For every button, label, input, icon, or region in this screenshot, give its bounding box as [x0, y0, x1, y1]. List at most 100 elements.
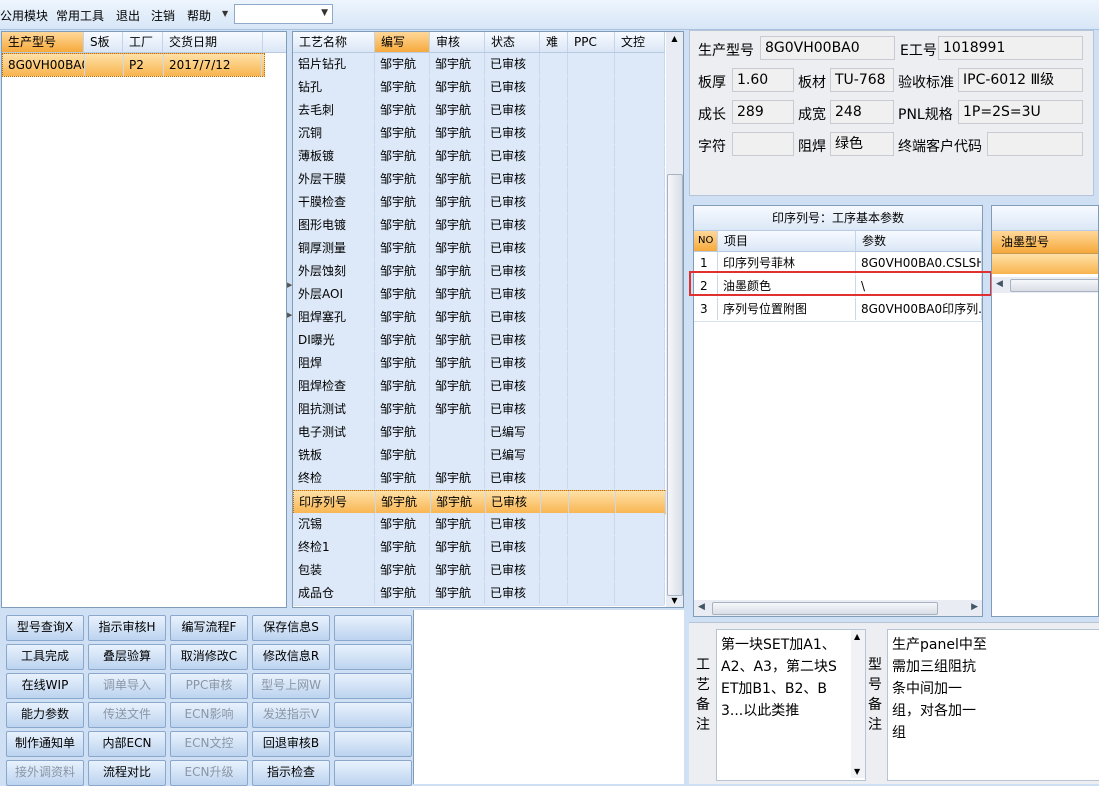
table-row[interactable]: DI曝光 邹宇航 邹宇航 已审核 [293, 329, 665, 353]
width-field[interactable]: 248 [830, 100, 894, 124]
menu-exit[interactable]: 退出 [116, 7, 140, 24]
length-field[interactable]: 289 [732, 100, 794, 124]
table-row[interactable]: 终检1 邹宇航 邹宇航 已审核 [293, 536, 665, 560]
action-button[interactable]: 指示审核H [88, 615, 166, 641]
table-row[interactable]: 阻焊 邹宇航 邹宇航 已审核 [293, 352, 665, 376]
col-writer-header[interactable]: 编写 [375, 32, 430, 52]
col-no-header[interactable]: NO [694, 231, 718, 251]
action-button[interactable]: 能力参数 [6, 702, 84, 728]
col-model-header[interactable]: 生产型号 [2, 32, 84, 52]
action-button[interactable]: 型号上网W [252, 673, 330, 699]
table-row[interactable]: 沉铜 邹宇航 邹宇航 已审核 [293, 122, 665, 146]
col-item-header[interactable]: 项目 [718, 231, 856, 251]
scroll-down-icon[interactable]: ▼ [667, 596, 682, 605]
model-remark-box[interactable]: 生产panel中至需加三组阻抗条中间加一组，对各加一组 [887, 629, 1099, 781]
action-button[interactable]: 内部ECN [88, 731, 166, 757]
menu-logout[interactable]: 注销 [151, 7, 175, 24]
col-doc-control-header[interactable]: 文控 [615, 32, 665, 52]
table-row[interactable]: 成品仓 邹宇航 邹宇航 已审核 [293, 582, 665, 606]
blank-button[interactable] [334, 760, 412, 786]
table-row[interactable]: 包装 邹宇航 邹宇航 已审核 [293, 559, 665, 583]
table-row[interactable]: 铣板 邹宇航 已编写 [293, 444, 665, 468]
scrollbar-thumb[interactable] [667, 174, 683, 596]
scroll-left-icon[interactable]: ◀ [698, 602, 705, 612]
action-button[interactable]: 指示检查 [252, 760, 330, 786]
action-button[interactable]: 修改信息R [252, 644, 330, 670]
action-button[interactable]: 回退审核B [252, 731, 330, 757]
table-row[interactable]: 沉锡 邹宇航 邹宇航 已审核 [293, 513, 665, 537]
scroll-up-icon[interactable]: ▲ [854, 632, 860, 641]
table-row[interactable]: 阻焊检查 邹宇航 邹宇航 已审核 [293, 375, 665, 399]
customer-code-field[interactable] [987, 132, 1083, 156]
character-field[interactable] [732, 132, 794, 156]
table-row[interactable]: 去毛刺 邹宇航 邹宇航 已审核 [293, 99, 665, 123]
table-row[interactable]: 印序列号 邹宇航 邹宇航 已审核 [293, 490, 667, 515]
menu-common-tools[interactable]: 常用工具 [56, 7, 104, 24]
blank-button[interactable] [334, 702, 412, 728]
action-button[interactable]: 叠层验算 [88, 644, 166, 670]
table-row[interactable] [992, 254, 1098, 274]
action-button[interactable]: 工具完成 [6, 644, 84, 670]
col-ppc-header[interactable]: PPC [568, 32, 615, 52]
col-date-header[interactable]: 交货日期 [163, 32, 263, 52]
table-row[interactable]: 铜厚测量 邹宇航 邹宇航 已审核 [293, 237, 665, 261]
hscroll-thumb[interactable] [1010, 279, 1098, 292]
standard-field[interactable]: IPC-6012 Ⅲ级 [958, 68, 1083, 92]
table-row[interactable]: 8G0VH00BA0 P2 2017/7/12 [2, 53, 265, 77]
table-row[interactable]: 外层蚀刻 邹宇航 邹宇航 已审核 [293, 260, 665, 284]
menu-common-module[interactable]: 公用模块 [0, 7, 48, 24]
thickness-field[interactable]: 1.60 [732, 68, 794, 92]
menu-combo-box[interactable]: ▼ [234, 4, 333, 24]
ink-hscrollbar[interactable]: ◀ [992, 277, 1098, 293]
scroll-left-icon[interactable]: ◀ [996, 279, 1003, 289]
action-button[interactable]: 编写流程F [170, 615, 248, 641]
material-field[interactable]: TU-768 [830, 68, 894, 92]
action-button[interactable]: PPC审核 [170, 673, 248, 699]
blank-button[interactable] [334, 644, 412, 670]
table-row[interactable]: 阻抗测试 邹宇航 邹宇航 已审核 [293, 398, 665, 422]
col-ink-model-header[interactable]: 油墨型号 [992, 231, 1098, 254]
action-button[interactable]: 保存信息S [252, 615, 330, 641]
action-button[interactable]: 型号查询X [6, 615, 84, 641]
action-button[interactable]: 取消修改C [170, 644, 248, 670]
table-row[interactable]: 终检 邹宇航 邹宇航 已审核 [293, 467, 665, 491]
action-button[interactable]: 调单导入 [88, 673, 166, 699]
table-row[interactable]: 外层干膜 邹宇航 邹宇航 已审核 [293, 168, 665, 192]
action-button[interactable]: 发送指示V [252, 702, 330, 728]
table-row[interactable]: 电子测试 邹宇航 已编写 [293, 421, 665, 445]
solder-mask-field[interactable]: 绿色 [830, 132, 894, 156]
col-status-header[interactable]: 状态 [485, 32, 540, 52]
action-button[interactable]: 在线WIP [6, 673, 84, 699]
blank-button[interactable] [334, 731, 412, 757]
table-row[interactable]: 铝片钻孔 邹宇航 邹宇航 已审核 [293, 53, 665, 77]
table-row[interactable]: 3 序列号位置附图 8G0VH00BA0印序列. [694, 298, 982, 322]
action-button[interactable]: 流程对比 [88, 760, 166, 786]
model-field[interactable]: 8G0VH00BA0 [760, 36, 895, 60]
scroll-up-icon[interactable]: ▲ [667, 34, 682, 43]
scroll-right-icon[interactable]: ▶ [971, 602, 978, 612]
action-button[interactable]: 制作通知单 [6, 731, 84, 757]
chevron-down-icon[interactable]: ▼ [321, 8, 328, 18]
remark-scrollbar[interactable]: ▲ ▼ [851, 630, 865, 778]
table-row[interactable]: 干膜检查 邹宇航 邹宇航 已审核 [293, 191, 665, 215]
col-reviewer-header[interactable]: 审核 [430, 32, 485, 52]
scroll-down-icon[interactable]: ▼ [854, 767, 860, 776]
chevron-down-icon[interactable]: ▼ [222, 9, 228, 18]
action-button[interactable]: ECN文控 [170, 731, 248, 757]
action-button[interactable]: 传送文件 [88, 702, 166, 728]
process-scrollbar[interactable]: ▲ ▼ [666, 32, 683, 607]
action-button[interactable]: ECN升级 [170, 760, 248, 786]
table-row[interactable]: 图形电镀 邹宇航 邹宇航 已审核 [293, 214, 665, 238]
col-param-header[interactable]: 参数 [856, 231, 982, 251]
blank-button[interactable] [334, 673, 412, 699]
table-row[interactable]: 薄板镀 邹宇航 邹宇航 已审核 [293, 145, 665, 169]
process-remark-box[interactable]: 第一块SET加A1、A2、A3，第二块SET加B1、B2、B3...以此类推 ▲… [716, 629, 866, 781]
table-row[interactable]: 外层AOI 邹宇航 邹宇航 已审核 [293, 283, 665, 307]
params-hscrollbar[interactable]: ◀ ▶ [694, 600, 982, 616]
pnl-field[interactable]: 1P=2S=3U [958, 100, 1083, 124]
col-difficulty-header[interactable]: 难 [540, 32, 568, 52]
action-button[interactable]: ECN影响 [170, 702, 248, 728]
menu-help[interactable]: 帮助 [187, 7, 211, 24]
e-number-field[interactable]: 1018991 [938, 36, 1083, 60]
table-row[interactable]: 钻孔 邹宇航 邹宇航 已审核 [293, 76, 665, 100]
